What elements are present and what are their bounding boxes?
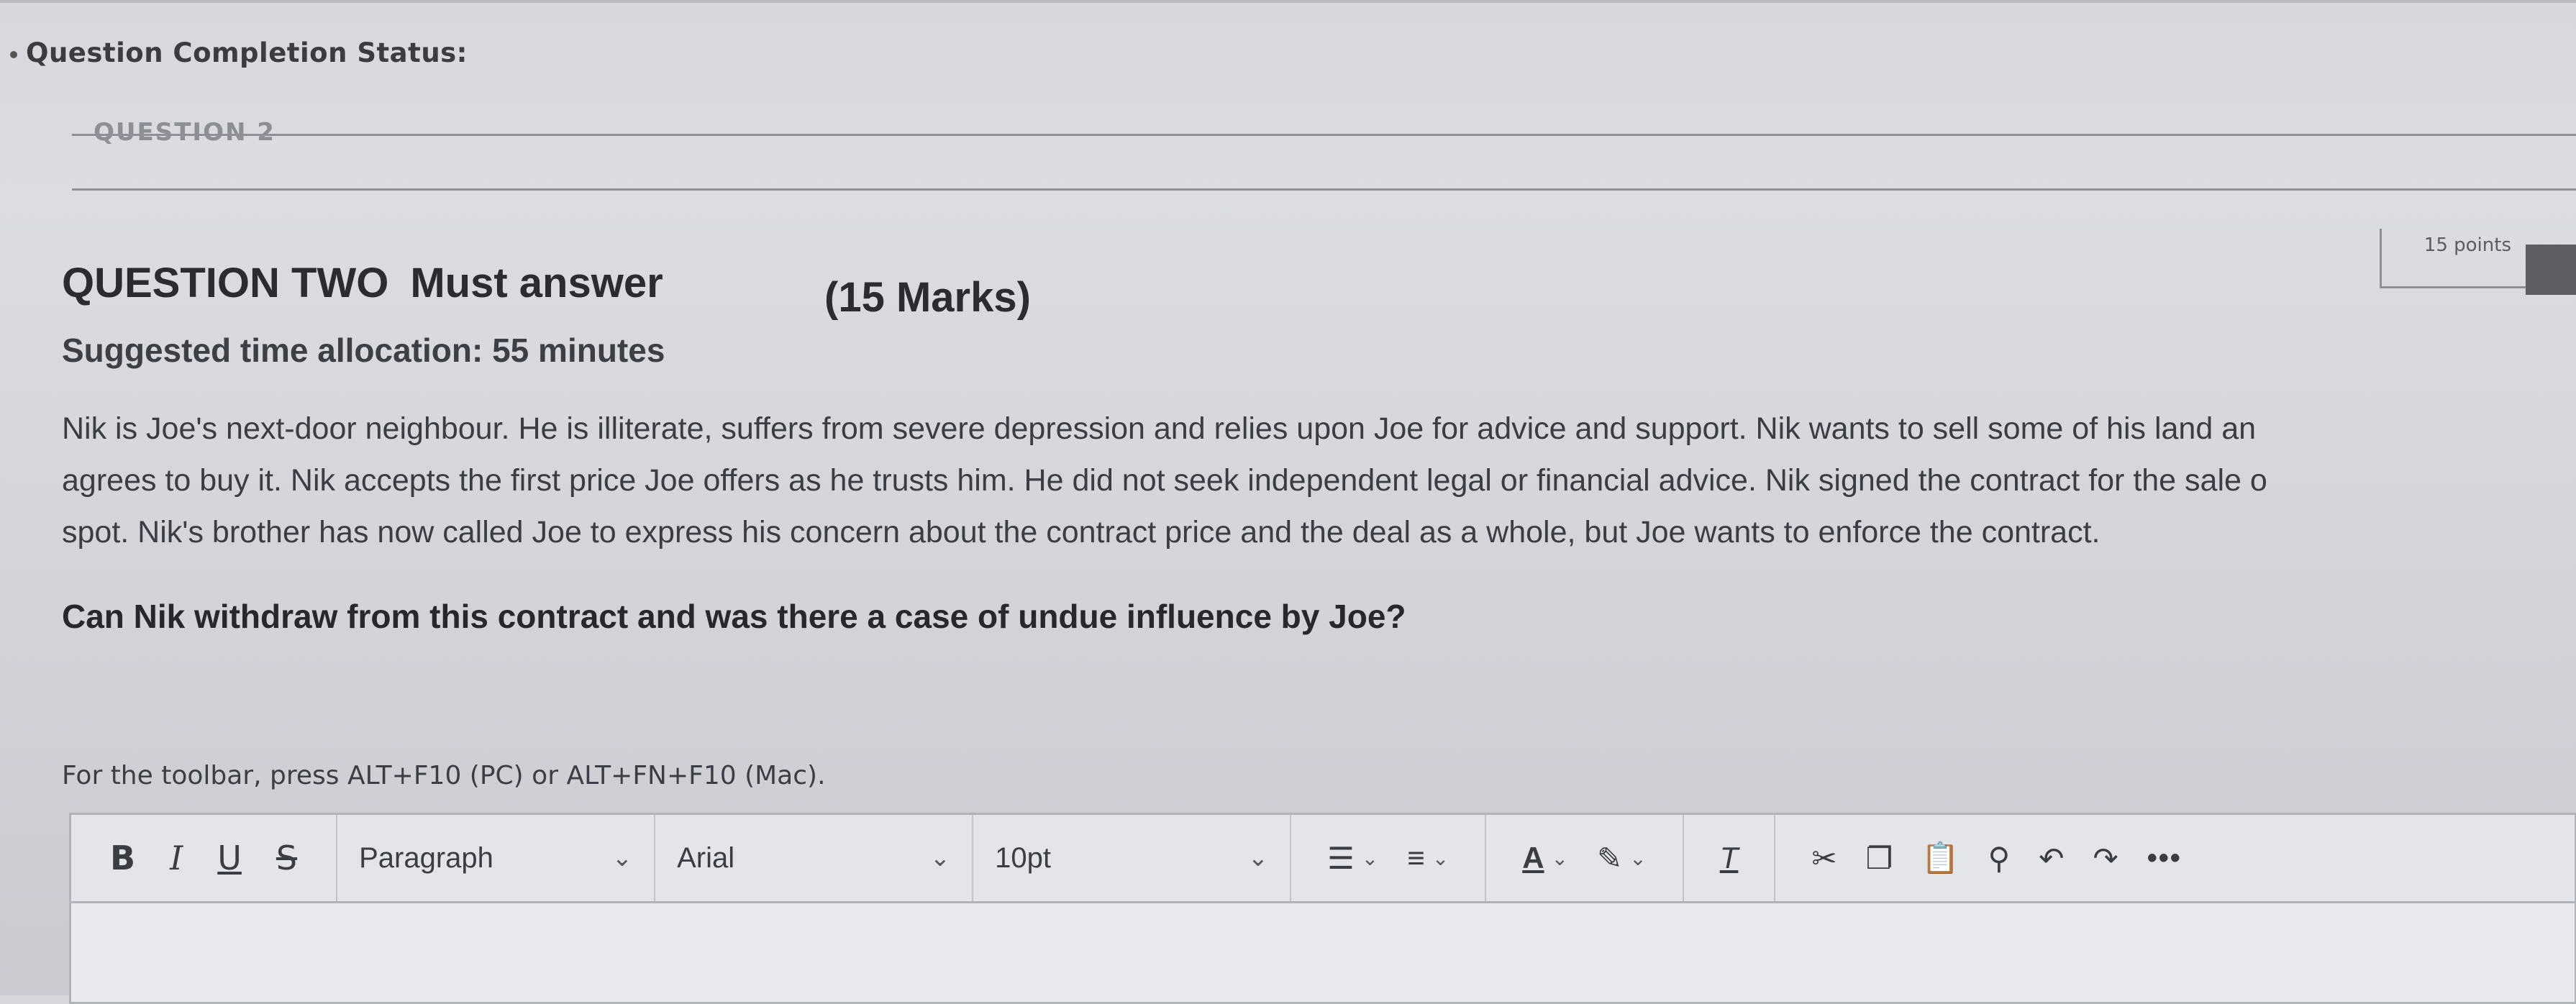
bullet-icon <box>10 50 17 58</box>
bold-button[interactable]: B <box>110 839 135 877</box>
numbered-list-button[interactable]: ≡ ⌄ <box>1407 841 1449 875</box>
chevron-down-icon: ⌄ <box>611 844 633 872</box>
italic-button[interactable]: I <box>170 839 183 877</box>
section-heading: QUESTION 2 <box>94 118 276 147</box>
redo-icon: ↷ <box>2093 841 2118 875</box>
rich-text-editor: B I U S Paragraph ⌄ Arial ⌄ 10pt ⌄ ☰ ⌄ ≡ ⌄… <box>69 813 2576 1004</box>
paste-icon: 📋 <box>1921 840 1960 875</box>
cut-button[interactable]: ✂ <box>1811 841 1837 876</box>
clear-group: T <box>1684 815 1776 901</box>
toolbar-hint: For the toolbar, press ALT+F10 (PC) or A… <box>62 761 826 790</box>
points-label: 15 points <box>2423 234 2511 256</box>
numbered-list-icon: ≡ <box>1407 841 1425 875</box>
editor-toolbar: B I U S Paragraph ⌄ Arial ⌄ 10pt ⌄ ☰ ⌄ ≡ ⌄… <box>71 815 2575 903</box>
copy-icon: ❐ <box>1865 841 1893 875</box>
redo-button[interactable]: ↷ <box>2093 841 2118 876</box>
copy-button[interactable]: ❐ <box>1866 841 1893 876</box>
top-divider <box>0 0 2576 3</box>
chevron-down-icon: ⌄ <box>1551 846 1569 870</box>
cut-icon: ✂ <box>1811 841 1837 875</box>
highlight-icon: ✎ <box>1597 841 1623 875</box>
more-button[interactable]: ••• <box>2147 842 2182 875</box>
bullet-list-icon: ☰ <box>1327 841 1355 875</box>
question-marks: (15 Marks) <box>824 274 1031 321</box>
chevron-down-icon: ⌄ <box>1247 844 1269 872</box>
body-line: spot. Nik's brother has now called Joe t… <box>62 515 2101 549</box>
time-allocation: Suggested time allocation: 55 minutes <box>62 332 665 369</box>
search-button[interactable]: ⚲ <box>1988 841 2011 876</box>
text-color-button[interactable]: A ⌄ <box>1522 841 1568 875</box>
completion-status: Question Completion Status: <box>10 37 468 68</box>
paragraph-select[interactable]: Paragraph ⌄ <box>337 815 656 901</box>
list-group: ☰ ⌄ ≡ ⌄ <box>1291 815 1487 901</box>
font-size-select[interactable]: 10pt ⌄ <box>973 815 1292 901</box>
more-icon: ••• <box>2147 841 2182 874</box>
chevron-down-icon: ⌄ <box>1629 846 1647 870</box>
font-select[interactable]: Arial ⌄ <box>655 815 974 901</box>
bullet-list-button[interactable]: ☰ ⌄ <box>1327 841 1378 876</box>
points-edge <box>2526 245 2576 295</box>
chevron-down-icon: ⌄ <box>1361 846 1379 870</box>
chevron-down-icon: ⌄ <box>929 844 951 872</box>
question-body: Nik is Joe's next-door neighbour. He is … <box>62 403 2576 558</box>
question-prompt: Can Nik withdraw from this contract and … <box>62 598 1406 635</box>
body-line: Nik is Joe's next-door neighbour. He is … <box>62 411 2257 446</box>
clear-format-icon: T <box>1719 841 1739 875</box>
font-size-value: 10pt <box>995 841 1051 874</box>
divider <box>72 188 2576 191</box>
clipboard-group: ✂ ❐ 📋 ⚲ ↶ ↷ ••• <box>1775 815 2217 901</box>
divider <box>72 134 2576 136</box>
font-value: Arial <box>677 841 735 874</box>
text-color-icon: A <box>1522 841 1544 875</box>
search-icon: ⚲ <box>1988 841 2011 875</box>
underline-button[interactable]: U <box>217 839 242 877</box>
chevron-down-icon: ⌄ <box>1432 846 1449 870</box>
editor-text-area[interactable] <box>71 903 2575 1002</box>
body-line: agrees to buy it. Nik accepts the first … <box>62 463 2267 498</box>
clear-format-button[interactable]: T <box>1720 841 1739 875</box>
question-title: QUESTION TWO Must answer <box>62 260 663 306</box>
format-group: B I U S <box>71 815 338 901</box>
paste-button[interactable]: 📋 <box>1921 841 1959 876</box>
highlight-button[interactable]: ✎ ⌄ <box>1597 841 1647 876</box>
color-group: A ⌄ ✎ ⌄ <box>1486 815 1684 901</box>
undo-button[interactable]: ↶ <box>2039 841 2064 876</box>
undo-icon: ↶ <box>2039 841 2065 875</box>
paragraph-value: Paragraph <box>359 841 493 874</box>
strikethrough-button[interactable]: S <box>276 839 297 877</box>
